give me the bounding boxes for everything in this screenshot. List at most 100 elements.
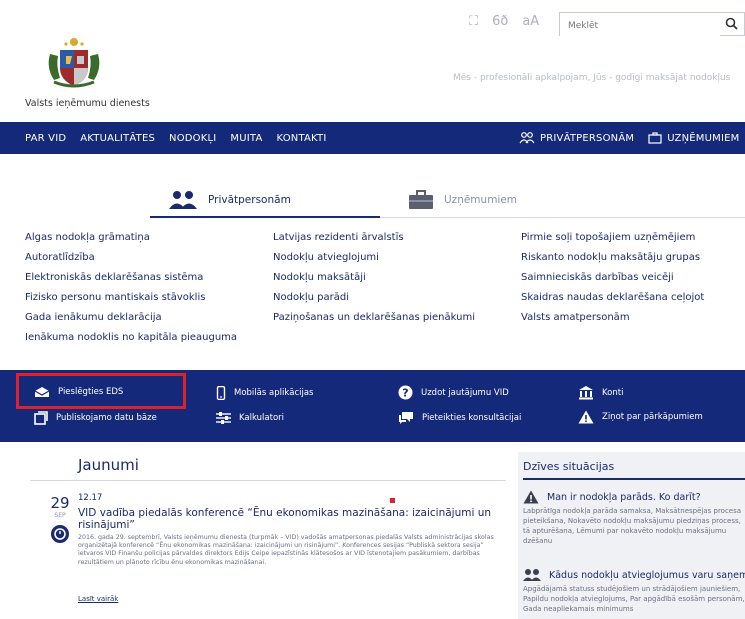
coat-of-arms-logo[interactable] xyxy=(44,34,104,90)
tab-uznemumiem[interactable]: Uzņēmumiem xyxy=(408,183,517,217)
people-icon xyxy=(523,569,541,581)
briefcase-icon xyxy=(409,190,433,209)
link-kapitala-pieaugums[interactable]: Ienākuma nodoklis no kapitāla pieauguma xyxy=(25,332,237,345)
link-mantiskais-stavoklis[interactable]: Fizisko personu mantiskais stāvoklis xyxy=(25,292,237,305)
life-q2[interactable]: Kādus nodokļu atvieglojumus varu saņemt? xyxy=(523,568,745,582)
link-atvieglojumi[interactable]: Nodokļu atvieglojumi xyxy=(273,252,475,265)
bank-icon xyxy=(579,386,593,400)
search-icon[interactable] xyxy=(725,17,738,30)
link-algas-gramatina[interactable]: Algas nodokļa grāmatiņa xyxy=(25,232,237,245)
service-consult[interactable]: Pieteikties konsultācijai xyxy=(398,411,521,425)
news-read-more[interactable]: Lasīt vairāk xyxy=(78,595,118,603)
service-calculators-label: Kalkulatori xyxy=(239,413,285,423)
nav-aktualitates[interactable]: AKTUALITĀTES xyxy=(80,133,155,144)
link-eds[interactable]: Elektroniskās deklarēšanas sistēma xyxy=(25,272,237,285)
slogan: Mēs - profesionāli apkalpojam, Jūs - god… xyxy=(453,73,731,83)
service-mobile[interactable]: Mobilās aplikācijas xyxy=(216,386,313,400)
tab-privatpersonam[interactable]: Privātpersonām xyxy=(168,183,291,217)
link-rezidenti-arvalstis[interactable]: Latvijas rezidenti ārvalstīs xyxy=(273,232,475,245)
news-date-month: SEP xyxy=(54,512,66,519)
site-header: Valsts ieņēmumu dienests ⛶ 6ð aA Mēs - p… xyxy=(0,0,745,122)
eds-highlight-box xyxy=(16,373,186,409)
nav-right: PRIVĀTPERSONĀM UZŅĒMUMIEM xyxy=(519,122,739,154)
font-size-icon[interactable]: aA xyxy=(522,14,539,29)
active-tab-underline xyxy=(150,216,380,218)
search-input[interactable] xyxy=(560,15,720,37)
news-divider xyxy=(30,480,506,481)
sliders-icon xyxy=(216,412,231,424)
link-maksataji[interactable]: Nodokļu maksātāji xyxy=(273,272,475,285)
life-t1: Labprātīga nodokļa parāda samaksa, Maksā… xyxy=(523,507,742,545)
main-nav: PAR VID AKTUALITĀTES NODOKĻI MUITA KONTA… xyxy=(0,122,745,154)
service-accounts-label: Konti xyxy=(602,387,624,398)
link-riskanto-grupas[interactable]: Riskanto nodokļu maksātāju grupas xyxy=(521,252,704,265)
nav-kontakti[interactable]: KONTAKTI xyxy=(277,133,327,144)
life-q1-label: Man ir nodokļa parāds. Ko darīt? xyxy=(547,491,701,503)
chat-bubbles-icon xyxy=(399,412,413,424)
clock-icon xyxy=(51,525,69,543)
service-consult-label: Pieteikties konsultācijai xyxy=(422,413,522,423)
quick-links: Algas nodokļa grāmatiņa Autoratlīdzība E… xyxy=(25,232,745,352)
link-pirmie-soli[interactable]: Pirmie soļi topošajiem uzņēmējiem xyxy=(521,232,704,245)
nav-privatpersonam[interactable]: PRIVĀTPERSONĀM xyxy=(519,132,634,144)
tab-uznemumiem-label: Uzņēmumiem xyxy=(444,194,518,206)
life-t2: Apgādājamā statuss studējošiem un strādā… xyxy=(523,585,745,613)
links-column-1: Algas nodokļa grāmatiņa Autoratlīdzība E… xyxy=(25,232,237,345)
link-gada-deklaracija[interactable]: Gada ienākumu deklarācija xyxy=(25,312,237,325)
news-heading: Jaunumi xyxy=(78,456,139,474)
red-marker xyxy=(390,498,395,503)
service-public-db-label: Publiskojamo datu bāze xyxy=(56,413,157,423)
news-text: 2016. gada 29. septembrī, Valsts ieņēmum… xyxy=(78,534,494,566)
news-date-day: 29 xyxy=(50,494,70,512)
service-calculators[interactable]: Kalkulatori xyxy=(216,412,284,424)
link-amatpersonam[interactable]: Valsts amatpersonām xyxy=(521,312,704,325)
service-ask-label: Uzdot jautājumu VID xyxy=(421,387,509,398)
easy-read-icon[interactable]: 6ð xyxy=(492,14,508,29)
links-column-3: Pirmie soļi topošajiem uzņēmējiem Riskan… xyxy=(521,232,704,325)
service-ask[interactable]: ? Uzdot jautājumu VID xyxy=(398,385,509,400)
service-report[interactable]: Ziņot par pārkāpumiem xyxy=(578,410,703,424)
news-title[interactable]: VID vadība piedalās konferencē “Ēnu ekon… xyxy=(78,507,498,531)
coat-of-arms-icon xyxy=(48,38,100,88)
tab-divider xyxy=(380,217,745,218)
nav-privatpersonam-label: PRIVĀTPERSONĀM xyxy=(540,132,635,144)
link-autoratlidziba[interactable]: Autoratlīdzība xyxy=(25,252,237,265)
sitemap-icon[interactable]: ⛶ xyxy=(469,14,478,29)
tab-privatpersonam-label: Privātpersonām xyxy=(208,194,291,206)
people-icon xyxy=(169,191,197,209)
link-pazinosanas[interactable]: Paziņošanas un deklarēšanas pienākumi xyxy=(273,312,475,325)
life-q2-label: Kādus nodokļu atvieglojumus varu saņemt? xyxy=(549,569,745,581)
life-situations-panel: Dzīves situācijas Man ir nodokļa parāds.… xyxy=(518,452,745,619)
link-saimnieciska-darbiba[interactable]: Saimnieciskās darbības veicēji xyxy=(521,272,704,285)
nav-muita[interactable]: MUITA xyxy=(230,133,262,144)
service-accounts[interactable]: Konti xyxy=(578,385,623,400)
utility-icons: ⛶ 6ð aA xyxy=(469,14,539,29)
briefcase-icon xyxy=(648,132,662,144)
links-column-2: Latvijas rezidenti ārvalstīs Nodokļu atv… xyxy=(273,232,475,325)
mobile-phone-icon xyxy=(216,386,226,400)
nav-par-vid[interactable]: PAR VID xyxy=(25,133,66,144)
life-q1[interactable]: Man ir nodokļa parāds. Ko darīt? xyxy=(523,490,701,504)
link-skaidras-naudas[interactable]: Skaidras naudas deklarēšana ceļojot xyxy=(521,292,704,305)
service-mobile-label: Mobilās aplikācijas xyxy=(234,388,314,398)
nav-nodokli[interactable]: NODOKĻI xyxy=(169,133,216,144)
org-name: Valsts ieņēmumu dienests xyxy=(25,98,150,109)
people-icon xyxy=(519,132,535,144)
audience-tabs: Privātpersonām Uzņēmumiem xyxy=(0,183,745,219)
warning-icon xyxy=(523,490,539,504)
service-public-db[interactable]: Publiskojamo datu bāze xyxy=(34,411,157,425)
life-situations-heading: Dzīves situācijas xyxy=(523,460,615,473)
search-box xyxy=(559,12,745,37)
question-circle-icon: ? xyxy=(398,385,413,400)
window-icon xyxy=(34,411,48,425)
link-paradi[interactable]: Nodokļu parādi xyxy=(273,292,475,305)
nav-uznemumiem[interactable]: UZŅĒMUMIEM xyxy=(648,132,739,144)
svg-text:?: ? xyxy=(402,387,408,400)
clock-face xyxy=(54,528,66,540)
warning-icon xyxy=(578,410,594,424)
service-report-label: Ziņot par pārkāpumiem xyxy=(602,412,703,422)
news-time: 12.17 xyxy=(78,493,103,503)
life-situations-underline xyxy=(523,478,745,480)
nav-uznemumiem-label: UZŅĒMUMIEM xyxy=(667,132,740,144)
nav-left: PAR VID AKTUALITĀTES NODOKĻI MUITA KONTA… xyxy=(0,133,326,144)
